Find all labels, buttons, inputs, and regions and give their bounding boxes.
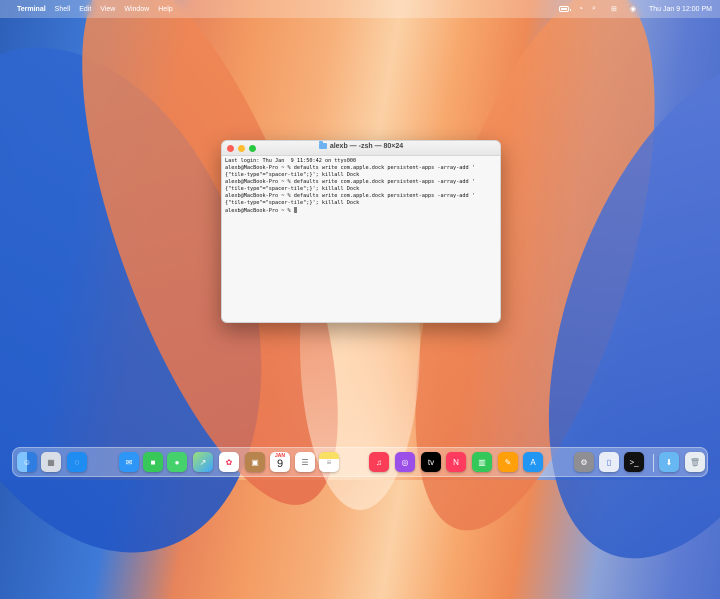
mail-icon[interactable]: ✉ [119,452,139,472]
terminal-cursor [293,207,297,213]
menu-shell[interactable]: Shell [55,6,71,13]
terminal-line: {"tile-type"="spacer-tile";}'; killall D… [225,172,360,178]
menu-status-area: ◔ ⌕ ⊞ ◉ Thu Jan 9 12:00 PM [559,5,712,13]
terminal-output[interactable]: Last login: Thu Jan 9 11:50:42 on ttys00… [222,156,500,316]
photos-icon[interactable]: ✿ [219,452,239,472]
menu-bar: Terminal Shell Edit View Window Help ◔ ⌕… [0,0,720,18]
menu-view[interactable]: View [100,6,115,13]
menu-left: Terminal Shell Edit View Window Help [8,6,173,13]
iphone-mirroring-icon[interactable]: ▯ [599,452,619,472]
contacts-icon[interactable]: ▣ [245,452,265,472]
siri-icon[interactable]: ◉ [630,5,640,13]
system-settings-icon[interactable]: ⚙ [574,452,594,472]
search-icon[interactable]: ⌕ [592,5,602,13]
wifi-icon[interactable]: ◔ [578,5,583,13]
terminal-icon[interactable]: >_ [624,452,644,472]
menu-clock[interactable]: Thu Jan 9 12:00 PM [649,6,712,13]
menu-window[interactable]: Window [124,6,149,13]
dock-separator [653,454,654,472]
pages-icon[interactable]: ✎ [498,452,518,472]
safari-icon[interactable]: ◌ [67,452,87,472]
notes-icon[interactable]: ≡ [319,452,339,472]
app-store-icon[interactable]: A [523,452,543,472]
numbers-icon[interactable]: ▥ [472,452,492,472]
terminal-prompt-line: alexb@MacBook-Pro ~ % [225,207,497,215]
finder-icon[interactable]: ☺ [17,452,37,472]
downloads-folder-icon[interactable]: ⬇ [659,452,679,472]
maps-icon[interactable]: ↗ [193,452,213,472]
terminal-title-text: alexb — -zsh — 80×24 [329,143,404,150]
terminal-titlebar[interactable]: alexb — -zsh — 80×24 [222,141,500,156]
menu-help[interactable]: Help [158,6,172,13]
menu-terminal[interactable]: Terminal [17,6,46,13]
reminders-icon[interactable]: ☰ [295,452,315,472]
terminal-line: alexb@MacBook-Pro ~ % defaults write com… [225,179,475,185]
menu-edit[interactable]: Edit [79,6,91,13]
terminal-line: Last login: Thu Jan 9 11:50:42 on ttys00… [225,158,357,164]
messages-icon[interactable]: ● [167,452,187,472]
dock: ☺ ▦ ◌ ✉ ■ ● ↗ ✿ ▣ JAN 9 ☰ ≡ ♫ ◎ tv N ▥ ✎… [12,447,708,477]
terminal-line: alexb@MacBook-Pro ~ % defaults write com… [225,193,475,199]
facetime-icon[interactable]: ■ [143,452,163,472]
battery-icon[interactable] [559,6,572,12]
trash-icon[interactable]: 🗑 [685,452,705,472]
terminal-line: alexb@MacBook-Pro ~ % defaults write com… [225,165,475,171]
calendar-day: 9 [276,458,284,470]
terminal-window: alexb — -zsh — 80×24 Last login: Thu Jan… [221,140,501,323]
podcasts-icon[interactable]: ◎ [395,452,415,472]
news-icon[interactable]: N [446,452,466,472]
control-center-icon[interactable]: ⊞ [611,5,621,13]
terminal-line: {"tile-type"="spacer-tile";}'; killall D… [225,200,360,206]
tv-icon[interactable]: tv [421,452,441,472]
terminal-prompt-text: alexb@MacBook-Pro ~ % [225,208,294,214]
music-icon[interactable]: ♫ [369,452,389,472]
launchpad-icon[interactable]: ▦ [41,452,61,472]
calendar-icon[interactable]: JAN 9 [270,452,290,472]
terminal-title: alexb — -zsh — 80×24 [222,141,500,150]
folder-icon [318,141,327,149]
terminal-line: {"tile-type"="spacer-tile";}'; killall D… [225,186,360,192]
